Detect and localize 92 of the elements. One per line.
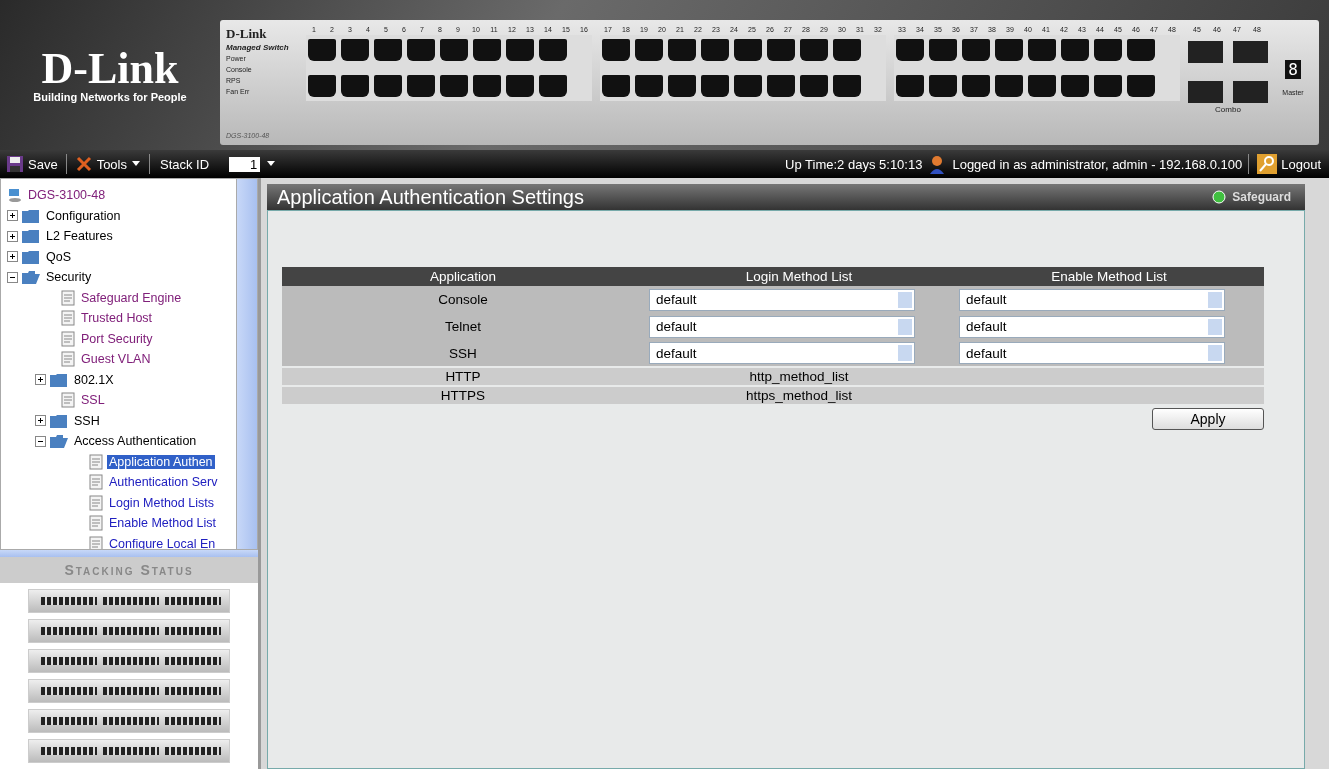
table-cell: HTTP <box>282 367 644 386</box>
tree-item[interactable]: Authentication Serv <box>107 475 220 490</box>
document-icon <box>60 289 76 306</box>
enable-method-select[interactable]: default <box>959 315 1225 338</box>
stacking-status-title: Stacking Status <box>0 557 258 583</box>
document-icon <box>88 494 104 511</box>
dropdown-icon <box>898 318 912 335</box>
safeguard-label: Safeguard <box>1232 190 1291 204</box>
switch-thumbnail[interactable] <box>28 619 230 643</box>
tree-item[interactable]: Safeguard Engine <box>79 290 184 305</box>
switch-thumbnail[interactable] <box>28 709 230 733</box>
expand-toggle[interactable] <box>7 230 18 242</box>
uptime-text: Up Time:2 days 5:10:13 <box>785 156 923 172</box>
dropdown-icon <box>1208 291 1222 308</box>
enable-method-select[interactable]: default <box>959 288 1225 311</box>
column-header: Application <box>282 267 644 286</box>
switch-thumbnail[interactable] <box>28 589 230 613</box>
tree-item[interactable]: Access Authentication <box>72 434 199 449</box>
dropdown-icon <box>898 345 912 361</box>
brand-tagline: Building Networks for People <box>33 91 187 103</box>
stack-digit: 8 <box>1285 59 1301 79</box>
caret-icon <box>266 160 277 168</box>
tree-item[interactable]: Login Method Lists <box>107 495 216 510</box>
switch-thumbnail[interactable] <box>28 679 230 703</box>
document-icon <box>88 515 104 532</box>
table-cell: http_method_list <box>749 369 849 384</box>
caret-icon <box>131 160 141 168</box>
login-method-select[interactable]: default <box>649 288 915 311</box>
expand-toggle[interactable] <box>7 210 18 222</box>
expand-toggle[interactable] <box>7 251 18 263</box>
expand-toggle[interactable] <box>35 415 46 427</box>
folder-icon <box>21 269 41 286</box>
table-cell: Telnet <box>282 313 644 340</box>
logout-button[interactable]: Logout <box>1255 154 1325 174</box>
tree-item[interactable]: Configuration <box>44 208 123 223</box>
document-icon <box>88 474 104 491</box>
tree-item[interactable]: SSL <box>79 393 107 408</box>
folder-icon <box>49 433 69 450</box>
horizontal-scrollbar[interactable] <box>0 550 258 557</box>
expand-toggle[interactable] <box>7 271 18 283</box>
network-icon <box>7 187 23 204</box>
device-subtitle: Managed Switch <box>226 41 289 53</box>
combo-label: Combo <box>1214 104 1242 114</box>
table-cell: SSH <box>282 340 644 367</box>
save-button[interactable]: Save <box>4 155 60 173</box>
status-dot-icon <box>1212 190 1227 204</box>
column-header: Enable Method List <box>954 267 1264 286</box>
switch-thumbnail[interactable] <box>28 649 230 673</box>
enable-method-select[interactable]: default <box>959 342 1225 364</box>
apply-button[interactable]: Apply <box>1152 408 1264 430</box>
page-title: Application Authentication Settings <box>277 185 585 209</box>
device-brand: D-Link <box>226 25 267 42</box>
stack-id-label: Stack ID <box>160 156 210 172</box>
expand-toggle[interactable] <box>35 435 46 447</box>
tree-item[interactable]: Trusted Host <box>79 311 155 326</box>
tree-item[interactable]: Security <box>44 270 94 285</box>
tools-menu[interactable]: Tools <box>72 155 143 173</box>
tree-item[interactable]: Guest VLAN <box>79 352 153 367</box>
folder-icon <box>49 371 69 388</box>
folder-icon <box>21 248 41 265</box>
tree-root[interactable]: DGS-3100-48 <box>26 188 108 203</box>
login-info: Logged in as administrator, admin - 192.168.0.100 <box>952 156 1243 172</box>
login-method-select[interactable]: default <box>649 342 915 364</box>
folder-icon <box>49 412 69 429</box>
folder-icon <box>21 207 41 224</box>
document-icon <box>88 453 104 470</box>
vertical-scrollbar[interactable] <box>236 179 257 549</box>
brand-logo: D-Link <box>41 47 179 91</box>
tree-item[interactable]: QoS <box>44 249 73 264</box>
dropdown-icon <box>898 291 912 308</box>
table-cell: Console <box>282 286 644 313</box>
tree-item[interactable]: Port Security <box>79 331 155 346</box>
tree-item[interactable]: 802.1X <box>72 372 116 387</box>
user-icon <box>928 154 947 174</box>
folder-icon <box>21 228 41 245</box>
table-cell: HTTPS <box>282 386 644 404</box>
document-icon <box>60 330 76 347</box>
tree-item[interactable]: Enable Method List <box>107 516 218 531</box>
document-icon <box>60 310 76 327</box>
document-icon <box>60 392 76 409</box>
tree-item[interactable]: L2 Features <box>44 229 115 244</box>
login-method-select[interactable]: default <box>649 315 915 338</box>
tree-item[interactable]: SSH <box>72 413 102 428</box>
dropdown-icon <box>1208 345 1222 361</box>
dropdown-icon <box>1208 318 1222 335</box>
tree-item[interactable]: Application Authen <box>107 454 215 469</box>
key-icon <box>1257 154 1278 174</box>
document-icon <box>60 351 76 368</box>
expand-toggle[interactable] <box>35 374 46 386</box>
switch-thumbnail[interactable] <box>28 739 230 763</box>
table-cell: https_method_list <box>746 388 852 403</box>
column-header: Login Method List <box>644 267 954 286</box>
